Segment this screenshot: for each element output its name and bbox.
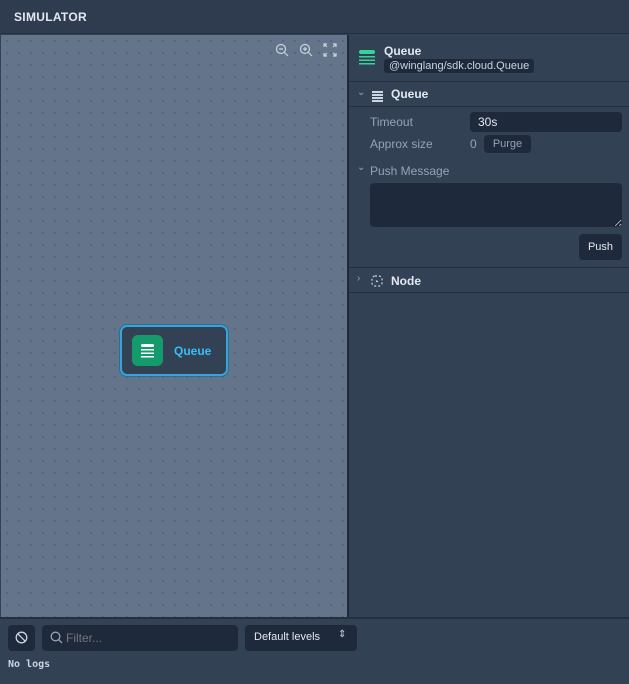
- section-node-title: Node: [391, 274, 421, 288]
- filter-input[interactable]: [66, 629, 231, 647]
- purge-button[interactable]: Purge: [484, 135, 531, 153]
- header-title: SIMULATOR: [14, 10, 87, 24]
- section-queue-title: Queue: [391, 87, 429, 101]
- clear-logs-button[interactable]: [8, 625, 35, 651]
- resource-header: Queue @winglang/sdk.cloud.Queue: [349, 35, 629, 82]
- queue-node[interactable]: Queue: [120, 325, 228, 376]
- node-label: Queue: [174, 344, 212, 358]
- details-panel: Queue @winglang/sdk.cloud.Queue ⌄ Queue …: [349, 35, 629, 617]
- chevron-right-icon: ›: [357, 273, 361, 284]
- queue-icon: [359, 49, 375, 70]
- simulator-header: SIMULATOR: [0, 0, 629, 34]
- chevron-up-down-icon: ⇕: [338, 629, 347, 640]
- node-icon: [371, 274, 383, 292]
- zoom-out-icon[interactable]: [275, 43, 289, 57]
- zoom-in-icon[interactable]: [299, 43, 313, 57]
- push-message-title[interactable]: Push Message: [370, 164, 449, 178]
- push-button[interactable]: Push: [579, 234, 622, 260]
- queue-icon: [132, 335, 163, 366]
- chevron-down-icon: ⌄: [357, 87, 366, 98]
- section-queue-header[interactable]: ⌄ Queue: [349, 82, 629, 107]
- timeout-field[interactable]: 30s: [470, 112, 622, 132]
- log-levels-value: Default levels: [254, 631, 321, 643]
- timeout-value: 30s: [478, 115, 498, 129]
- queue-icon: [372, 89, 383, 107]
- approx-size-label: Approx size: [370, 137, 433, 151]
- resource-title: Queue: [384, 44, 422, 58]
- fit-screen-icon[interactable]: [323, 43, 337, 57]
- push-message-input[interactable]: [370, 183, 622, 227]
- log-levels-select[interactable]: Default levels ⇕: [245, 625, 357, 651]
- approx-size-value: 0: [470, 137, 477, 151]
- block-icon: [15, 631, 28, 647]
- resource-type-badge: @winglang/sdk.cloud.Queue: [384, 59, 535, 73]
- timeout-label: Timeout: [370, 115, 413, 129]
- chevron-down-icon[interactable]: ⌄: [357, 162, 365, 173]
- section-node-header[interactable]: › Node: [349, 267, 629, 293]
- log-filter[interactable]: [42, 625, 238, 651]
- no-logs-text: No logs: [8, 659, 51, 670]
- search-icon: [50, 631, 63, 649]
- logs-panel: Default levels ⇕ No logs: [0, 617, 629, 684]
